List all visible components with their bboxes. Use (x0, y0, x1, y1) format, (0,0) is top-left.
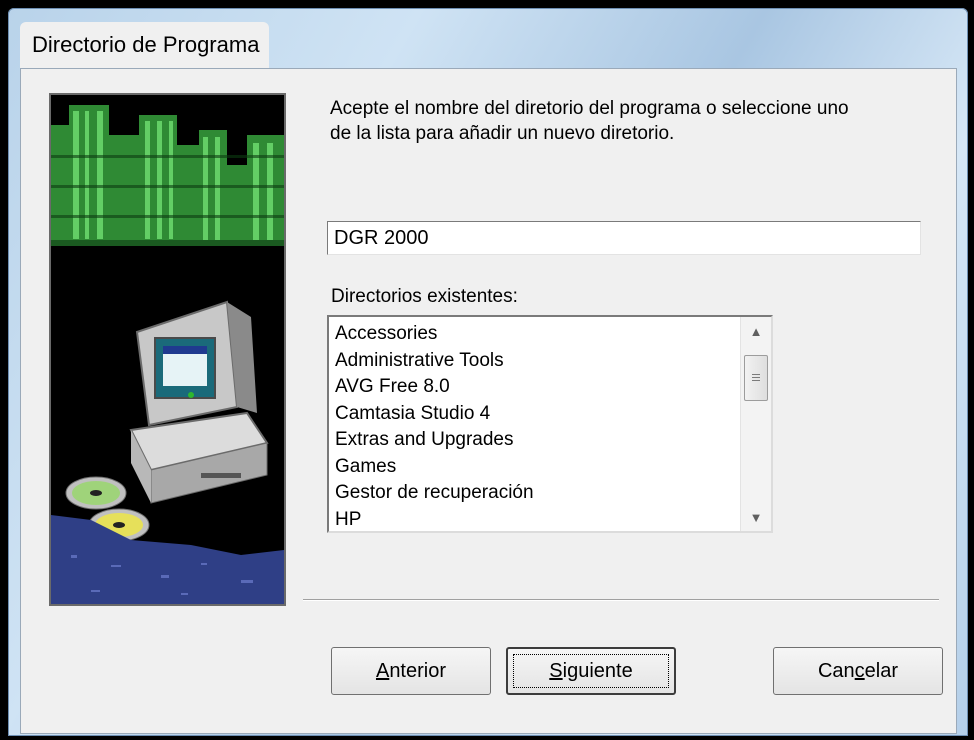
list-item[interactable]: HP (335, 507, 735, 534)
program-directory-input[interactable] (327, 221, 921, 255)
cancel-button-accel: c (854, 659, 865, 682)
next-button[interactable]: Siguiente (506, 647, 676, 695)
cancel-button-label-post: elar (864, 659, 899, 682)
list-item[interactable]: Extras and Upgrades (335, 427, 735, 454)
focus-rectangle (513, 654, 669, 688)
existing-directories-label: Directorios existentes: (331, 286, 518, 307)
scroll-up-arrow-icon[interactable]: ▲ (741, 317, 771, 345)
back-button-accel: A (375, 659, 390, 682)
list-item[interactable]: Games (335, 454, 735, 481)
back-button-label-post: nterior (389, 659, 447, 682)
list-item[interactable]: Gestor de recuperación (335, 480, 735, 507)
scrollbar-thumb[interactable] (744, 355, 768, 401)
grip-icon (752, 373, 760, 383)
back-button[interactable]: Anterior (331, 647, 491, 695)
instruction-text: Acepte el nombre del diretorio del progr… (330, 96, 930, 146)
cancel-button-label-pre: Can (817, 659, 855, 682)
separator-line (303, 599, 939, 601)
window-title: Directorio de Programa (20, 22, 270, 68)
scroll-down-arrow-icon[interactable]: ▼ (741, 503, 771, 531)
list-item[interactable]: Camtasia Studio 4 (335, 401, 735, 428)
listbox-items: Accessories Administrative Tools AVG Fre… (335, 321, 735, 533)
list-item[interactable]: AVG Free 8.0 (335, 374, 735, 401)
instruction-line-2: de la lista para añadir un nuevo diretor… (330, 123, 675, 144)
list-item[interactable]: Accessories (335, 321, 735, 348)
setup-computer-city-art-icon (51, 95, 284, 604)
existing-directories-listbox[interactable]: Accessories Administrative Tools AVG Fre… (327, 315, 773, 533)
listbox-scrollbar[interactable]: ▲ ▼ (740, 317, 771, 531)
list-item[interactable]: Administrative Tools (335, 348, 735, 375)
dialog-client-area: Acepte el nombre del diretorio del progr… (20, 68, 957, 734)
cancel-button[interactable]: Can c elar (773, 647, 943, 695)
setup-illustration (49, 93, 286, 606)
dialog-window: Directorio de Programa Acepte el nombre … (8, 8, 968, 736)
instruction-line-1: Acepte el nombre del diretorio del progr… (330, 98, 849, 119)
title-bar[interactable]: Directorio de Programa (8, 8, 968, 70)
